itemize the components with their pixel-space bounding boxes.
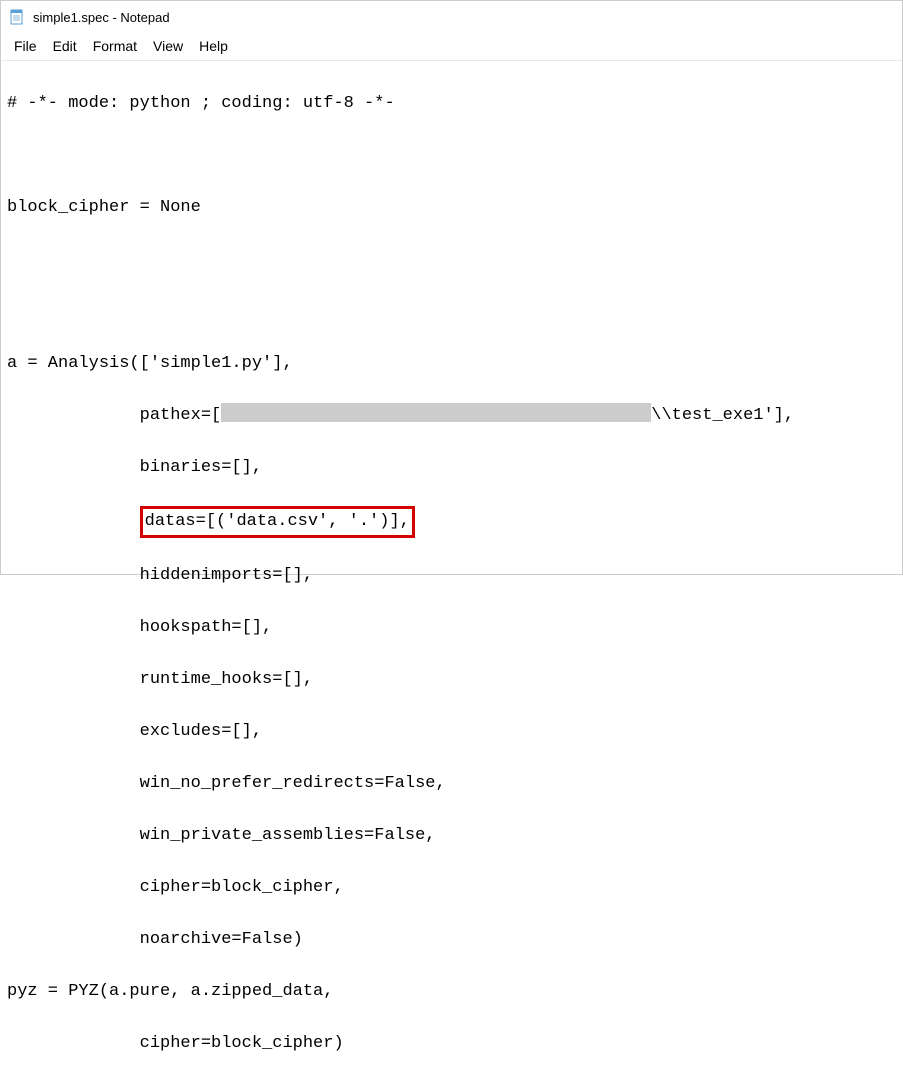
code-line [7,299,896,325]
menu-file[interactable]: File [7,36,44,56]
notepad-icon [9,9,25,25]
code-line: win_private_assemblies=False, [7,823,896,849]
code-line: pyz = PYZ(a.pure, a.zipped_data, [7,979,896,1005]
code-line: hiddenimports=[], [7,563,896,589]
code-line: win_no_prefer_redirects=False, [7,771,896,797]
code-line: pathex=[\\test_exe1'], [7,403,896,429]
code-line: excludes=[], [7,719,896,745]
menubar: File Edit Format View Help [1,33,902,61]
menu-edit[interactable]: Edit [46,36,84,56]
code-line: runtime_hooks=[], [7,667,896,693]
code-line: hookspath=[], [7,615,896,641]
menu-format[interactable]: Format [86,36,144,56]
highlighted-code: datas=[('data.csv', '.')], [140,506,415,538]
code-line: cipher=block_cipher) [7,1031,896,1057]
code-line: noarchive=False) [7,927,896,953]
code-line: cipher=block_cipher, [7,875,896,901]
code-line [7,247,896,273]
titlebar: simple1.spec - Notepad [1,1,902,33]
editor-content[interactable]: # -*- mode: python ; coding: utf-8 -*- b… [1,61,902,1087]
code-line: block_cipher = None [7,195,896,221]
code-line: # -*- mode: python ; coding: utf-8 -*- [7,91,896,117]
menu-view[interactable]: View [146,36,190,56]
code-line: binaries=[], [7,455,896,481]
code-line [7,143,896,169]
code-line: a = Analysis(['simple1.py'], [7,351,896,377]
window-title: simple1.spec - Notepad [33,10,170,25]
code-line: datas=[('data.csv', '.')], [7,507,896,537]
redacted-path [221,403,651,422]
menu-help[interactable]: Help [192,36,235,56]
